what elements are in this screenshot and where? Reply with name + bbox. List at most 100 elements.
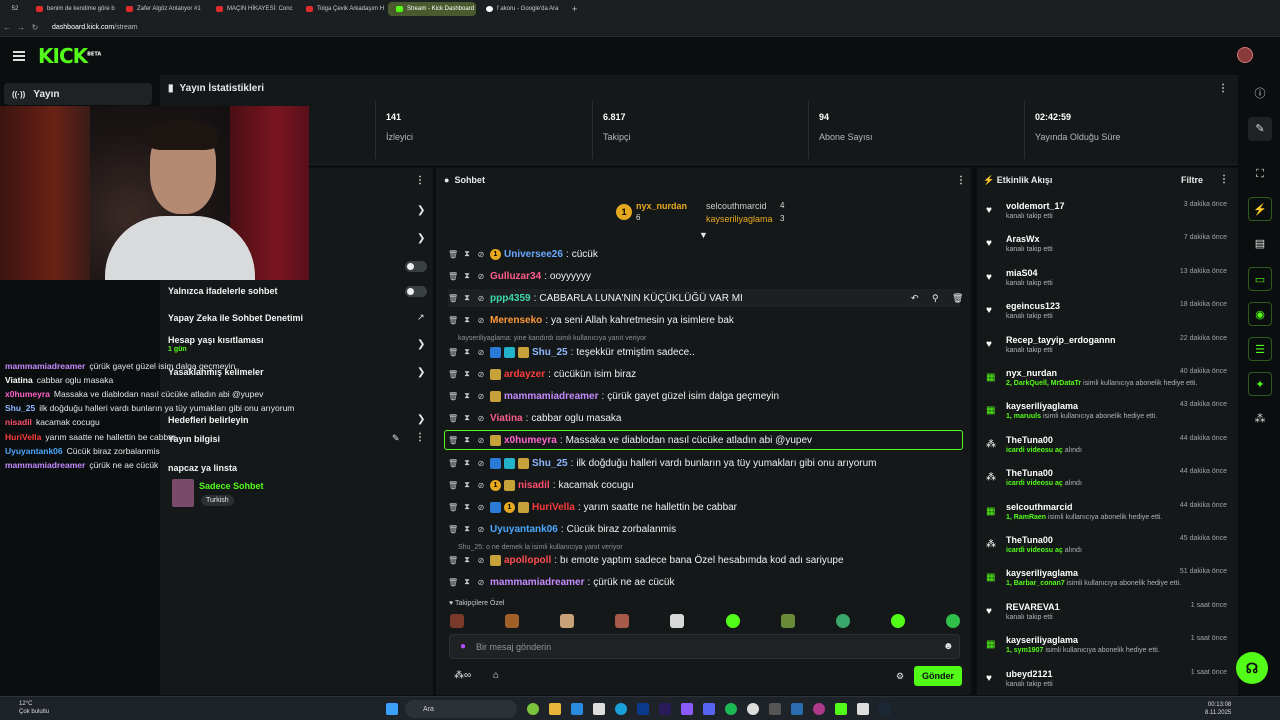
app-icon[interactable] [769, 703, 781, 715]
trash-icon[interactable]: 🗑 [448, 370, 458, 379]
avatar[interactable] [1237, 47, 1253, 63]
more-icon[interactable]: ⋮ [415, 175, 425, 186]
emote[interactable] [615, 614, 629, 628]
trash-icon[interactable]: 🗑 [448, 556, 458, 565]
chat-message[interactable]: 🗑 ⧗ ⊘ apollopoll: bı emote yaptım sadece ba… [448, 551, 960, 569]
windows-start-icon[interactable] [386, 703, 398, 715]
tools-icon[interactable]: ✦ [1248, 372, 1272, 396]
edge-icon[interactable] [615, 703, 627, 715]
activity-item[interactable]: ▦ kayseriliyaglama 1 saat önce 1, sym1907 i… [986, 635, 1231, 665]
activity-item[interactable]: ♥ voldemort_17 3 dakika önce kanalı takip e… [986, 201, 1231, 231]
emoji-icon[interactable]: ☻ [943, 641, 954, 652]
premiere-icon[interactable] [659, 703, 671, 715]
ban-icon[interactable]: ⊘ [476, 316, 486, 325]
activity-item[interactable]: ⁂ TheTuna00 44 dakika önce icardi videosu a… [986, 468, 1231, 498]
broadcast-icon[interactable]: ◉ [1248, 302, 1272, 326]
timeout-icon[interactable]: ⧗ [462, 555, 472, 565]
microphone-icon[interactable]: ● [460, 641, 466, 652]
more-icon[interactable]: ⋮ [415, 432, 425, 443]
timeout-icon[interactable]: ⧗ [462, 391, 472, 401]
steam-icon[interactable] [879, 703, 891, 715]
url-field[interactable]: dashboard.kick.com/stream [52, 24, 138, 31]
browser-tab[interactable]: MAÇIN HİKAYESİ: Conc [208, 2, 296, 16]
back-icon[interactable]: ← [0, 23, 14, 32]
menu-icon[interactable] [13, 51, 25, 63]
weather-widget[interactable]: 12°C Çok bulutlu [5, 700, 49, 716]
timeout-icon[interactable]: ⧗ [462, 271, 472, 281]
chat-message[interactable]: 🗑 ⧗ ⊘ 1 nisadil: kacamak cocugu [448, 476, 960, 494]
ban-icon[interactable]: ⊘ [476, 503, 486, 512]
kick-icon[interactable] [835, 703, 847, 715]
trash-icon[interactable]: 🗑 [448, 525, 458, 534]
timeout-icon[interactable]: ⧗ [462, 502, 472, 512]
trash-icon[interactable]: 🗑 [448, 459, 458, 468]
trash-icon[interactable]: 🗑 [448, 348, 458, 357]
ban-icon[interactable]: ⊘ [476, 414, 486, 423]
activity-item[interactable]: ♥ REVAREVA1 1 saat önce kanalı takip etti [986, 602, 1231, 632]
external-link-icon[interactable]: ↗ [417, 312, 425, 323]
activity-item[interactable]: ▦ kayseriliyaglama 43 dakika önce 1, maruul… [986, 401, 1231, 431]
moderation-icon[interactable]: ☰ [1248, 337, 1272, 361]
trash-icon[interactable]: 🗑 [448, 392, 458, 401]
info-icon[interactable]: ⓘ [1248, 82, 1272, 106]
community-icon[interactable]: ⁂∞ [454, 670, 471, 681]
chevron-right-icon[interactable]: ❯ [417, 414, 425, 425]
browser-tab[interactable]: Tolga Çevik Arkadaşım H [298, 2, 386, 16]
ban-icon[interactable]: ⊘ [476, 370, 486, 379]
activity-item[interactable]: ▦ nyx_nurdan 40 dakika önce 2, DarkQuell, M… [986, 368, 1231, 398]
pinned-collapse-icon[interactable]: ▼ [699, 230, 708, 240]
ban-icon[interactable]: ⊘ [476, 250, 486, 259]
fullscreen-icon[interactable]: ⛶ [1248, 162, 1272, 186]
chat-message[interactable]: 🗑 ⧗ ⊘ Gulluzar34: ooyyyyyy [448, 267, 960, 285]
app-icon[interactable] [857, 703, 869, 715]
activity-item[interactable]: ♥ egeincus123 18 dakika önce kanalı takip e… [986, 301, 1231, 331]
trash-icon[interactable]: 🗑 [448, 578, 458, 587]
emote[interactable] [891, 614, 905, 628]
trash-icon[interactable]: 🗑 [448, 250, 458, 259]
chat-message[interactable]: 🗑 ⧗ ⊘ mammamiadreamer: çürük gayet güzel is… [448, 387, 960, 405]
emote[interactable] [505, 614, 519, 628]
chat-message[interactable]: 🗑 ⧗ ⊘ mammamiadreamer: çürük ne ae cücük [448, 573, 960, 591]
ban-icon[interactable]: ⊘ [476, 272, 486, 281]
settings-gear-icon[interactable]: ⚙ [896, 671, 904, 682]
chat-message[interactable]: 🗑 ⧗ ⊘ Uyuyantank06: Cücük biraz zorbalanmis [448, 520, 960, 538]
chat-message[interactable]: 🗑 ⧗ ⊘ Shu_25: teşekkür etmiştim sadece.. [448, 343, 960, 361]
activity-item[interactable]: ⁂ TheTuna00 44 dakika önce icardi videosu a… [986, 435, 1231, 465]
ban-icon[interactable]: ⊘ [476, 556, 486, 565]
edit-icon[interactable]: ✎ [392, 433, 400, 444]
trash-icon[interactable]: 🗑 [448, 503, 458, 512]
emote[interactable] [836, 614, 850, 628]
category-name[interactable]: Sadece Sohbet [199, 481, 264, 491]
support-button[interactable]: ☊ [1236, 652, 1268, 684]
chat-message[interactable]: 🗑 ⧗ ⊘ ppp4359: CABBARLA LUNA'NIN KÜÇÜKLÜĞÜ … [448, 289, 963, 307]
emote[interactable] [946, 614, 960, 628]
category-thumbnail[interactable] [172, 479, 194, 507]
taskbar-search[interactable]: Ara [405, 700, 517, 718]
emote[interactable] [726, 614, 740, 628]
browser-tab-active[interactable]: Stream - Kick Dashboard [388, 2, 476, 16]
ban-icon[interactable]: ⊘ [476, 294, 486, 303]
emote[interactable] [450, 614, 464, 628]
filter-button[interactable]: Filtre [1181, 175, 1203, 185]
ban-icon[interactable]: ⊘ [476, 525, 486, 534]
chevron-right-icon[interactable]: ❯ [417, 367, 425, 378]
ban-icon[interactable]: ⊘ [476, 578, 486, 587]
discord-icon[interactable] [703, 703, 715, 715]
trash-icon[interactable]: 🗑 [448, 272, 458, 281]
more-icon[interactable]: ⋮ [1218, 83, 1228, 94]
app-icon[interactable] [681, 703, 693, 715]
ban-icon[interactable]: ⊘ [476, 459, 486, 468]
chevron-right-icon[interactable]: ❯ [417, 339, 425, 350]
timeout-icon[interactable]: ⧗ [462, 293, 472, 303]
send-button[interactable]: Gönder [914, 666, 962, 686]
emote[interactable] [560, 614, 574, 628]
timeout-icon[interactable]: ⧗ [462, 480, 472, 490]
sidebar-item-yayin[interactable]: ((·)) Yayın [4, 83, 152, 105]
activity-item[interactable]: ▦ selcouthmarcid 44 dakika önce 1, RamRaen … [986, 502, 1231, 532]
more-icon[interactable]: ⋮ [1219, 174, 1229, 185]
browser-tab[interactable]: f akoru - Google'da Ara [478, 2, 566, 16]
notes-icon[interactable]: ▤ [1248, 232, 1272, 256]
activity-item[interactable]: ▦ kayseriliyaglama 51 dakika önce 1, Barbar… [986, 568, 1231, 598]
xbox-icon[interactable] [527, 703, 539, 715]
mail-icon[interactable] [571, 703, 583, 715]
